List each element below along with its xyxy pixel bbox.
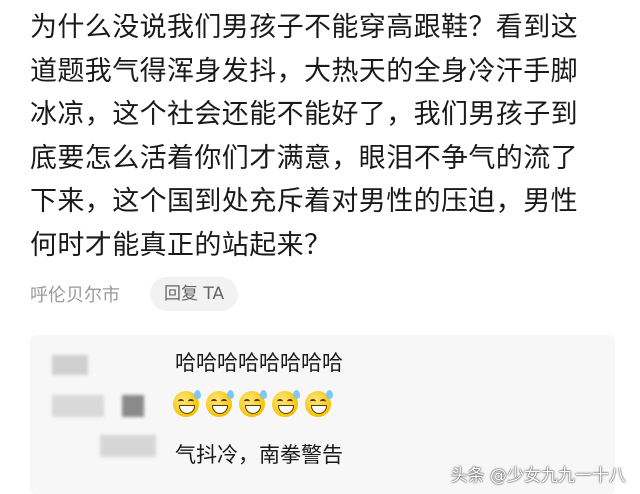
location-label: 呼伦贝尔市 [30,285,120,306]
blurred-avatar [122,395,144,417]
comment-line: 冰凉，这个社会还能不能好了，我们男孩子到 [30,99,578,130]
comment-line: 底要怎么活着你们才满意，眼泪不争气的流了 [30,142,578,174]
grinning-sweat-emoji [239,390,267,417]
reply-item: 哈哈哈哈哈哈哈哈 [175,351,343,375]
reply-button[interactable]: 回复 TA [150,277,239,311]
blurred-username [52,355,88,375]
comment-line: 下来，这个国到处充斥着对男性的压迫，男性 [30,186,578,217]
watermark: 头条 @少女九九一十八 [450,466,626,486]
comment-meta: 呼伦贝尔市 回复 TA [30,276,239,312]
grinning-sweat-emoji [305,390,333,417]
grinning-sweat-emoji [206,390,234,417]
reply-item [173,390,338,417]
reply-item: 气抖冷，南拳警告 [175,443,343,467]
comment-body: 为什么没说我们男孩子不能穿高跟鞋？看到这 道题我气得浑身发抖，大热天的全身冷汗手… [30,6,620,267]
comment-line: 道题我气得浑身发抖，大热天的全身冷汗手脚 [30,55,578,87]
grinning-sweat-emoji [173,390,201,417]
blurred-username [52,395,104,417]
grinning-sweat-emoji [272,390,300,417]
blurred-username [100,435,156,457]
comment-line: 为什么没说我们男孩子不能穿高跟鞋？看到这 [30,12,578,43]
comment-line: 何时才能真正的站起来？ [30,229,332,261]
